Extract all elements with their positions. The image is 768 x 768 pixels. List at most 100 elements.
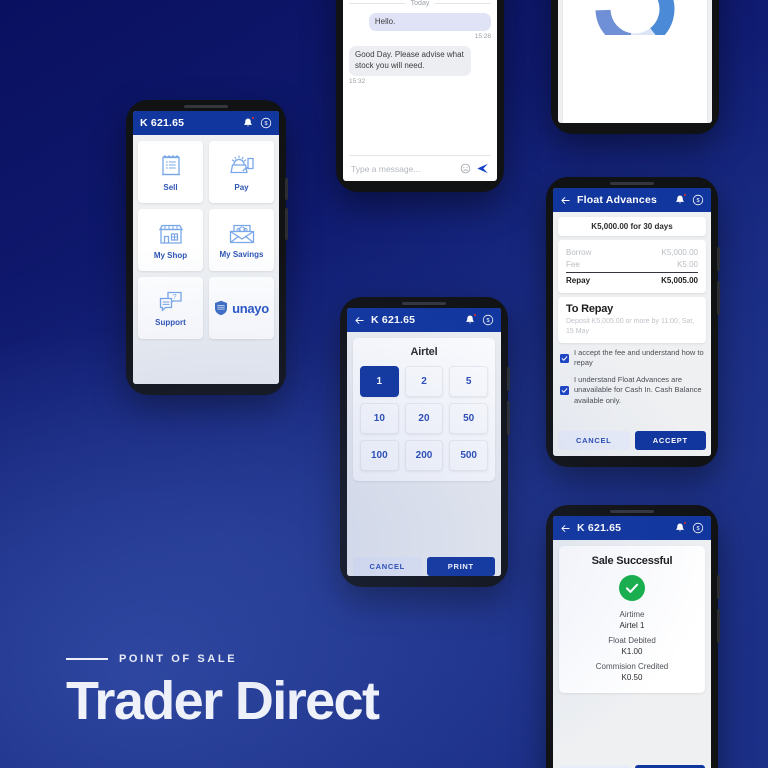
tile-my-shop[interactable]: My Shop [138,209,203,271]
balance-label: K 621.65 [577,522,622,534]
chat-message-list[interactable]: Our driver will be 2 minutes late. 15:32… [349,0,491,155]
cancel-button[interactable]: CANCEL [558,431,630,450]
denomination-key[interactable]: 500 [449,440,488,471]
eyebrow-label: POINT OF SALE [119,653,238,666]
home-screen: K 621.65 $ Sell Pay My Shop My Savings ?… [133,111,279,384]
chat-screen: Our driver will be 2 minutes late. 15:32… [343,0,497,181]
unayo-shield-icon [215,300,228,316]
svg-text:$: $ [264,121,267,127]
success-appbar: K 621.65 $ [553,516,711,540]
balance-label: K 621.65 [140,117,185,129]
detail-label: Commision Credited [595,662,669,671]
notification-dot [683,193,687,197]
denomination-key[interactable]: 200 [404,440,444,471]
denomination-key[interactable]: 2 [404,366,444,397]
power-button[interactable] [507,401,510,435]
home-tile-grid: Sell Pay My Shop My Savings ? Support un… [133,135,279,384]
power-button[interactable] [717,281,720,315]
float-appbar: Float Advances $ [553,188,711,212]
notification-bell-icon[interactable] [464,313,477,326]
breakdown-row: Borrow K5,000.00 [566,246,698,258]
cancel-button[interactable]: CANCEL [353,557,422,576]
eyebrow: POINT OF SALE [66,653,378,665]
tile-sell[interactable]: Sell [138,141,203,203]
phone-speaker [610,510,654,513]
screen-title: Float Advances [577,194,658,206]
sale-success-screen: K 621.65 $ Sale Successful Airtime Airte… [553,516,711,768]
tile-label: Sell [163,182,178,192]
tile-unayo[interactable]: unayo [209,277,274,339]
tile-my-savings[interactable]: My Savings [209,209,274,271]
row-value: K5,000.00 [661,247,698,257]
denomination-key[interactable]: 5 [449,366,488,397]
volume-button[interactable] [507,367,510,391]
provider-name: Airtel [410,346,438,358]
keypad-appbar: K 621.65 $ [347,308,501,332]
consent-row-cashin[interactable]: I understand Float Advances are unavaila… [558,374,706,408]
notification-bell-icon[interactable] [242,116,255,129]
tile-pay[interactable]: Pay [209,141,274,203]
notification-dot [251,116,255,120]
phone-sale-successful: K 621.65 $ Sale Successful Airtime Airte… [546,505,720,768]
row-value: K5.00 [677,259,698,269]
eyebrow-rule [66,658,108,661]
to-repay-detail: Deposit K5,005.00 or more by 11:00, Sat,… [566,317,695,335]
volume-button[interactable] [717,575,720,599]
tile-label: My Shop [153,250,188,260]
send-icon[interactable] [476,162,489,175]
keypad-screen: K 621.65 $ Airtel 1 2 5 10 20 50 100 200… [347,308,501,576]
volume-button[interactable] [717,247,720,271]
checkbox-checked[interactable] [560,386,569,396]
accept-button[interactable]: ACCEPT [634,431,706,450]
sales-breakdown-card: Sales Breakdown By Provider [563,0,707,123]
power-button[interactable] [285,208,288,240]
wallet-money-icon[interactable]: $ [692,194,704,206]
consent-row-fee[interactable]: I accept the fee and understand how to r… [558,347,706,370]
denomination-key[interactable]: 100 [360,440,399,471]
to-repay-title: To Repay [566,302,614,315]
chat-day-label: Today [410,0,430,7]
success-action-bar: REPRINT DONE [559,756,705,768]
hero-block: POINT OF SALE Trader Direct [66,653,380,728]
notification-dot [683,521,687,525]
back-arrow-icon[interactable] [560,523,571,534]
denomination-key[interactable]: 1 [360,366,399,397]
tile-support[interactable]: ? Support [138,277,203,339]
storefront-icon [158,224,183,244]
print-button[interactable]: PRINT [426,557,495,576]
denomination-grid: 1 2 5 10 20 50 100 200 500 [360,366,488,471]
svg-text:$: $ [486,318,489,324]
message-input[interactable]: Type a message... [351,164,455,174]
receipt-card: Sale Successful Airtime Airtel 1 Float D… [559,546,705,693]
receipt-icon [161,154,180,175]
donut-chart: 543 408 162 [583,0,687,49]
emoji-icon[interactable] [460,163,471,174]
denomination-key[interactable]: 50 [449,403,488,434]
wallet-money-icon[interactable]: $ [692,522,704,534]
chat-input-bar[interactable]: Type a message... [349,155,491,181]
phone-airtime-keypad: K 621.65 $ Airtel 1 2 5 10 20 50 100 200… [340,297,510,587]
back-arrow-icon[interactable] [354,315,365,326]
phone-float-advances: Float Advances $ K5,000.00 for 30 days B… [546,177,720,467]
denomination-key[interactable]: 10 [360,403,399,434]
notification-bell-icon[interactable] [674,193,687,206]
divider-line [435,2,491,4]
divider-line [349,2,405,4]
notification-bell-icon[interactable] [674,521,687,534]
detail-label: Float Debited [608,636,656,645]
row-label: Fee [566,259,580,269]
volume-button[interactable] [285,178,288,200]
power-button[interactable] [717,609,720,643]
success-title: Sale Successful [591,555,673,567]
back-arrow-icon[interactable] [560,195,571,206]
tile-label: Pay [234,182,249,192]
wallet-money-icon[interactable]: $ [260,117,272,129]
checkbox-checked[interactable] [560,353,569,363]
consent-label: I accept the fee and understand how to r… [574,347,704,368]
wallet-money-icon[interactable]: $ [482,314,494,326]
phone-speaker [402,302,446,305]
row-label: Repay [566,276,591,285]
svg-text:$: $ [696,198,699,204]
denomination-key[interactable]: 20 [404,403,444,434]
chat-question-icon: ? [159,291,182,312]
